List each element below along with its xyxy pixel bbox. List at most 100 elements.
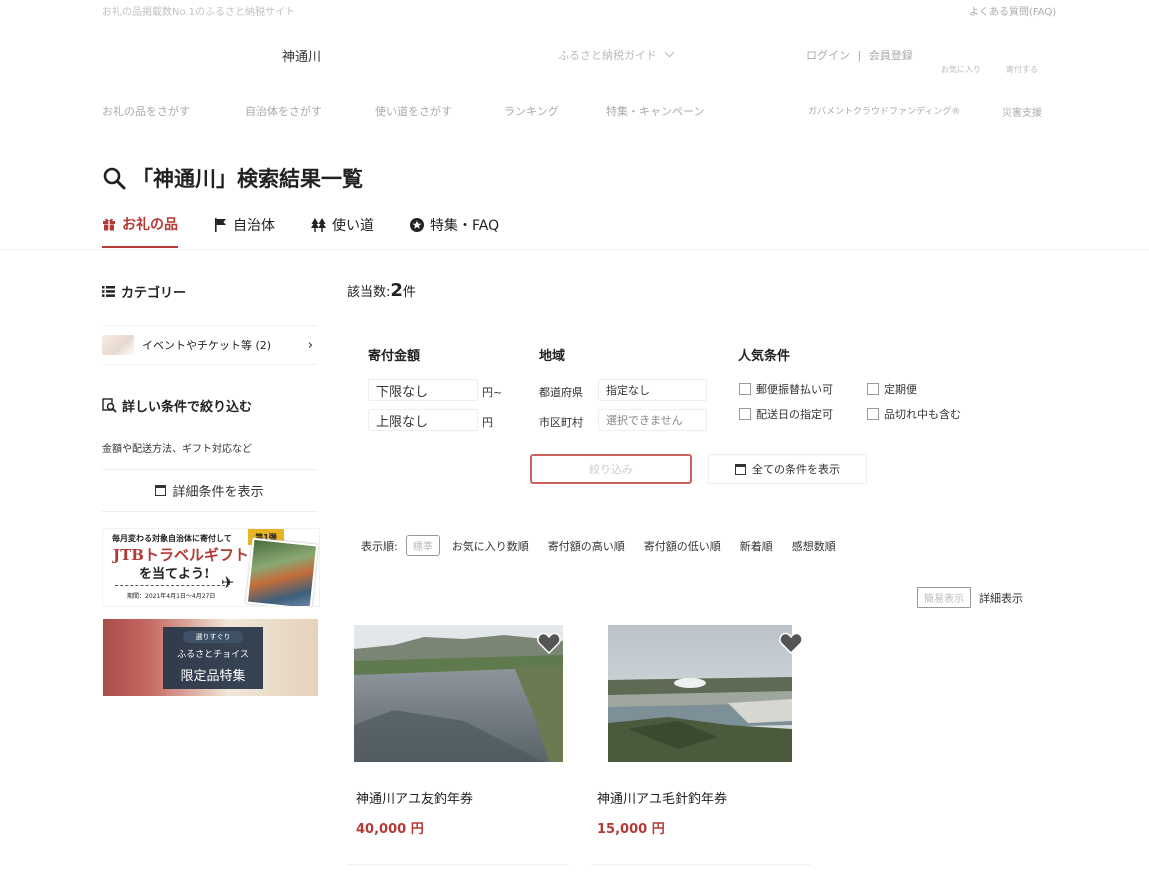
tab-features-faq[interactable]: 特集・FAQ — [410, 214, 499, 248]
nav-item-gcf[interactable]: ガバメントクラウドファンディング® — [808, 104, 960, 117]
category-item-label: イベントやチケット等 (2) — [142, 339, 272, 352]
page-title: 「神通川」検索結果一覧 — [132, 167, 363, 191]
city-label: 市区町村 — [539, 416, 583, 429]
chevron-right-icon: › — [307, 337, 313, 353]
refine-subtext: 金額や配送方法、ギフト対応など — [102, 444, 252, 455]
trees-icon — [311, 218, 326, 232]
checkbox-delivery-date[interactable]: 配送日の指定可 — [739, 406, 833, 422]
checkbox-label: 配送日の指定可 — [756, 408, 833, 421]
sort-option-reviews[interactable]: 感想数順 — [792, 538, 836, 554]
banner2-line1: 選りすぐり — [183, 631, 243, 643]
chevron-down-icon — [664, 47, 674, 58]
guide-dropdown[interactable]: ふるさと納税ガイド — [558, 47, 674, 63]
amount-min-field[interactable]: 下限なし — [368, 379, 478, 401]
nav-item-uses[interactable]: 使い道をさがす — [375, 103, 452, 119]
tab-municipalities[interactable]: 自治体 — [214, 214, 275, 248]
banner2-line2: ふるさとチョイス — [177, 650, 249, 660]
category-heading-label: カテゴリー — [121, 286, 187, 301]
view-simple[interactable]: 簡易表示 — [917, 587, 971, 608]
checkbox-box — [867, 408, 879, 420]
limited-items-banner[interactable]: 選りすぐり ふるさとチョイス 限定品特集 — [103, 619, 318, 696]
banner1-brand: JTBトラベルギフト — [113, 546, 249, 564]
product-name[interactable]: 神通川アユ友釣年券 — [356, 788, 473, 807]
checkbox-postal-transfer[interactable]: 郵便振替払い可 — [739, 381, 833, 397]
amount-max-unit: 円 — [482, 416, 493, 429]
city-select[interactable]: 選択できません — [598, 409, 707, 431]
checkbox-box — [739, 408, 751, 420]
product-price: 40,000 円 — [356, 822, 424, 837]
amount-min-unit: 円~ — [482, 386, 503, 399]
checkbox-box — [739, 383, 751, 395]
sort-option-amount-high[interactable]: 寄付額の高い順 — [548, 538, 625, 554]
narrow-down-button[interactable]: 絞り込み — [530, 454, 692, 484]
sort-option-newest[interactable]: 新着順 — [740, 538, 773, 554]
category-heading: カテゴリー — [102, 282, 186, 301]
product-card[interactable]: 神通川アユ毛針釣年券 15,000 円 — [590, 617, 811, 865]
nav-item-campaigns[interactable]: 特集・キャンペーン — [606, 103, 704, 119]
donate-link[interactable]: 寄付する — [1006, 64, 1038, 75]
favorite-heart-icon[interactable] — [537, 632, 561, 654]
banner1-photo — [245, 537, 319, 606]
window-icon — [155, 485, 167, 496]
view-toggle: 簡易表示 詳細表示 — [917, 587, 1023, 608]
sort-option-standard[interactable]: 標準 — [405, 535, 440, 556]
prefecture-select[interactable]: 指定なし — [598, 379, 707, 401]
tab-gifts[interactable]: お礼の品 — [102, 214, 178, 248]
product-photo — [608, 625, 792, 762]
checkbox-label: 品切れ中も含む — [884, 408, 961, 421]
view-detail[interactable]: 詳細表示 — [979, 590, 1023, 606]
sort-option-favorites[interactable]: お気に入り数順 — [452, 538, 529, 554]
checkbox-label: 定期便 — [884, 383, 917, 396]
tab-uses-label: 使い道 — [332, 218, 374, 234]
category-item-events[interactable]: イベントやチケット等 (2) › — [102, 325, 317, 365]
prefecture-label: 都道府県 — [539, 386, 583, 399]
banner1-dash — [115, 585, 225, 586]
nav-item-gifts[interactable]: お礼の品をさがす — [102, 103, 190, 119]
tab-features-faq-label: 特集・FAQ — [430, 218, 500, 234]
banner1-period: 期間：2021年4月1日〜4月27日 — [127, 593, 216, 600]
result-count: 該当数:2件 — [347, 280, 416, 301]
product-card[interactable]: 神通川アユ友釣年券 40,000 円 — [347, 617, 570, 865]
result-tabs: お礼の品 自治体 使い道 特集・FAQ — [102, 214, 499, 248]
show-detail-conditions-button[interactable]: 詳細条件を表示 — [102, 469, 317, 512]
product-photo — [354, 625, 563, 762]
favorite-heart-icon[interactable] — [779, 632, 803, 654]
amount-max-field[interactable]: 上限なし — [368, 409, 478, 431]
show-all-conditions-button[interactable]: 全ての条件を表示 — [708, 454, 867, 484]
favorites-link[interactable]: お気に入り — [941, 64, 981, 75]
count-unit: 件 — [402, 285, 416, 300]
search-icon — [103, 167, 126, 190]
checkbox-subscription[interactable]: 定期便 — [867, 381, 917, 397]
sort-option-amount-low[interactable]: 寄付額の低い順 — [644, 538, 721, 554]
jtb-campaign-banner[interactable]: 毎月変わる対象自治体に寄付して JTBトラベルギフト を当てよう! ✈ 期間：2… — [102, 528, 320, 607]
all-button-label: 全ての条件を表示 — [752, 463, 840, 476]
banner2-line3: 限定品特集 — [180, 669, 246, 684]
header-search-value[interactable]: 神通川 — [282, 46, 321, 65]
airplane-icon: ✈ — [221, 573, 235, 592]
faq-link[interactable]: よくある質問(FAQ) — [969, 3, 1056, 18]
product-price: 15,000 円 — [597, 822, 665, 837]
list-icon — [102, 286, 115, 297]
nav-item-disaster[interactable]: 災害支援 — [1002, 104, 1042, 119]
window-icon — [735, 463, 746, 475]
register-link[interactable]: 会員登録 — [869, 49, 913, 62]
site-tagline: お礼の品掲載数No.1のふるさと納税サイト — [102, 7, 295, 18]
river-photo — [608, 625, 792, 762]
tab-gifts-label: お礼の品 — [122, 217, 178, 233]
sort-bar: 表示順: 標準 お気に入り数順 寄付額の高い順 寄付額の低い順 新着順 感想数順 — [361, 535, 836, 556]
tab-uses[interactable]: 使い道 — [311, 214, 374, 248]
nav-item-municipalities[interactable]: 自治体をさがす — [245, 103, 322, 119]
login-link[interactable]: ログイン — [806, 49, 850, 62]
banner1-line3: を当てよう! — [139, 567, 210, 582]
guide-label: ふるさと納税ガイド — [558, 49, 657, 62]
product-name[interactable]: 神通川アユ毛針釣年券 — [597, 788, 727, 807]
category-thumbnail — [102, 335, 134, 355]
nav-item-ranking[interactable]: ランキング — [504, 103, 559, 119]
refine-heading: 詳しい条件で絞り込む — [102, 396, 252, 415]
sort-label: 表示順: — [361, 539, 398, 553]
count-label: 該当数: — [347, 285, 391, 300]
count-value: 2 — [390, 280, 403, 301]
detail-button-label: 詳細条件を表示 — [172, 485, 264, 500]
checkbox-include-soldout[interactable]: 品切れ中も含む — [867, 406, 961, 422]
page-title-row: 「神通川」検索結果一覧 — [102, 163, 363, 193]
